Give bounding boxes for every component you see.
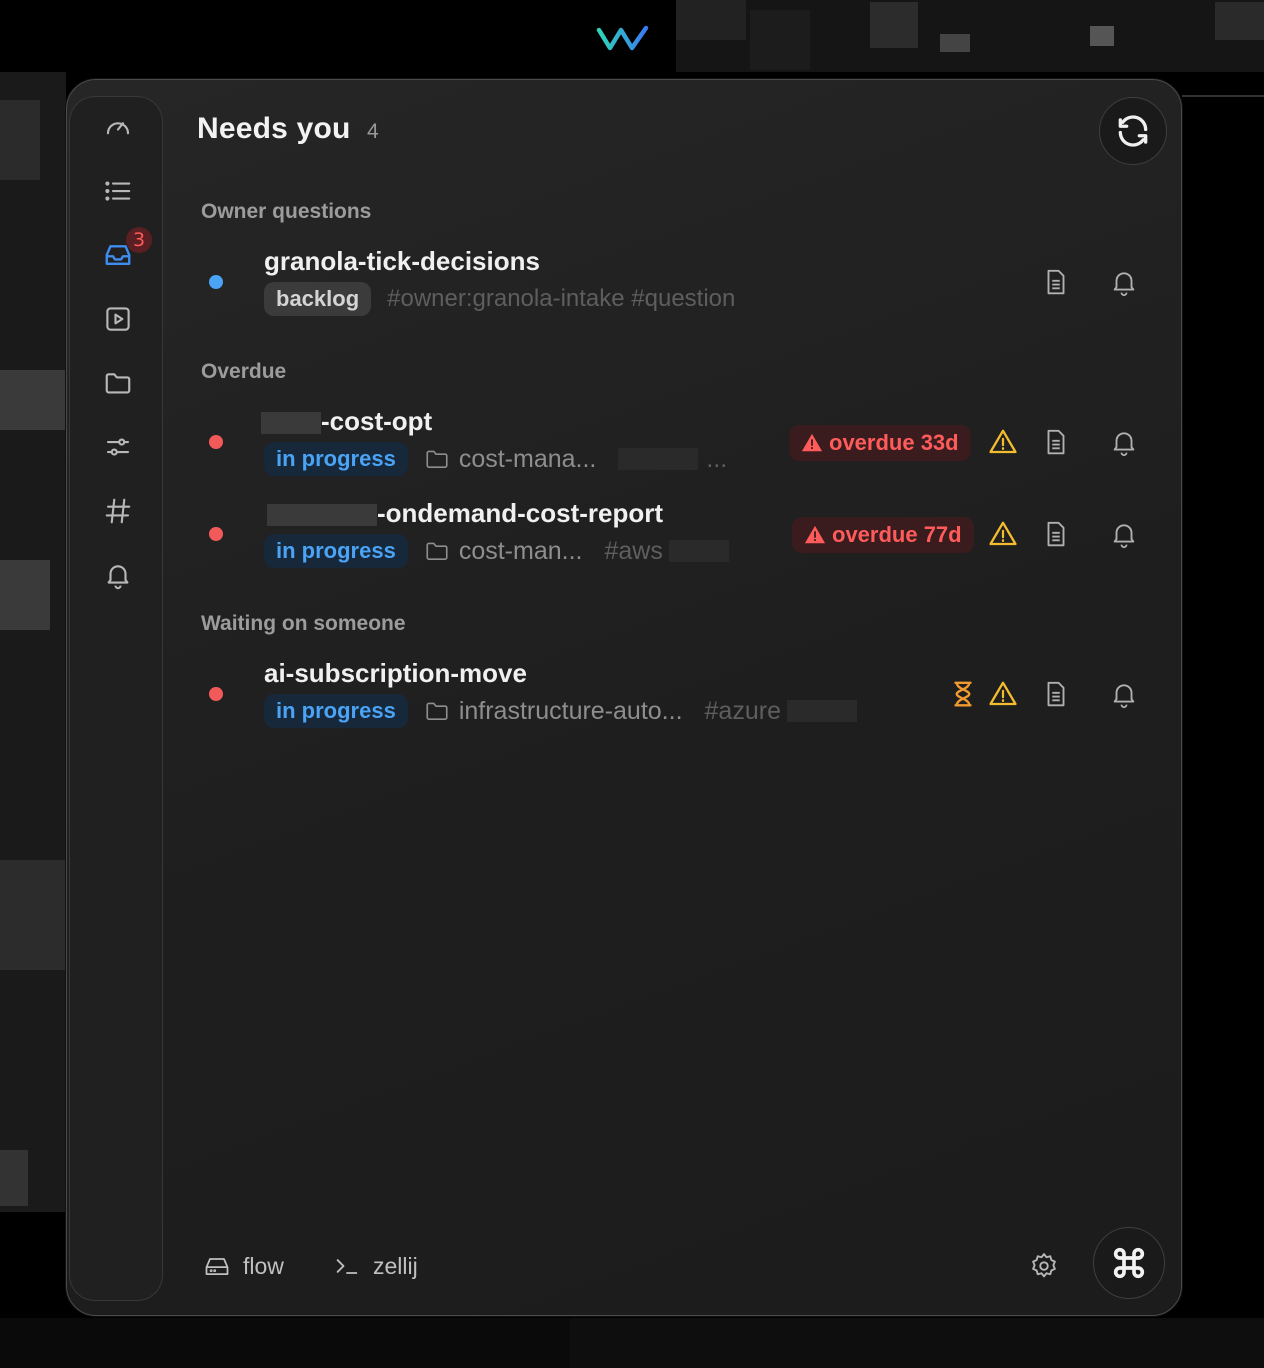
status-pill: backlog <box>264 282 372 316</box>
item-title: -cost-opt <box>321 406 433 436</box>
item-title: -ondemand-cost-report <box>377 498 663 528</box>
item-title-wrap: -ondemand-cost-report <box>267 498 663 529</box>
workspace-label: flow <box>243 1252 284 1279</box>
terminal-button[interactable]: zellij <box>333 1252 418 1280</box>
overdue-badge: overdue 77d <box>792 517 974 553</box>
drive-icon <box>205 1258 229 1276</box>
item-tag: #aws <box>604 536 663 565</box>
page-title: Needs you <box>197 112 351 145</box>
overdue-badge: overdue 33d <box>789 425 971 461</box>
project-folder: cost-mana... <box>424 444 597 474</box>
item-more: ... <box>706 444 728 473</box>
alert-triangle-icon <box>804 525 826 544</box>
folder-icon <box>426 542 448 560</box>
bell-icon[interactable] <box>1107 425 1141 459</box>
list-item[interactable]: -ondemand-cost-report in progress cost-m… <box>67 498 1177 578</box>
section-owner-questions: Owner questions <box>201 200 372 223</box>
refresh-icon <box>1118 115 1148 147</box>
document-icon[interactable] <box>1039 425 1073 459</box>
redacted-text <box>618 448 699 470</box>
app-logo <box>596 25 649 51</box>
project-folder: cost-man... <box>424 536 583 566</box>
command-icon <box>1113 1247 1145 1279</box>
folder-name: cost-man... <box>458 536 583 565</box>
status-pill: in progress <box>264 442 408 476</box>
settings-button[interactable] <box>1029 1251 1061 1283</box>
folder-name: infrastructure-auto... <box>458 696 683 725</box>
hourglass-icon <box>946 677 980 711</box>
section-overdue: Overdue <box>201 360 287 383</box>
redacted-text <box>267 504 377 527</box>
item-tag: #azure <box>704 696 781 725</box>
list-item[interactable]: ai-subscription-move in progress infrast… <box>67 658 1177 738</box>
item-title: ai-subscription-move <box>264 658 527 688</box>
document-icon[interactable] <box>1039 677 1073 711</box>
item-meta: in progress infrastructure-auto... #azur… <box>264 694 857 728</box>
project-folder: infrastructure-auto... <box>424 697 683 726</box>
warning-icon <box>986 425 1020 459</box>
item-meta: backlog #owner:granola-intake #question <box>264 282 735 316</box>
redacted-text <box>668 540 729 562</box>
needs-you-count: 4 <box>367 120 379 143</box>
gear-icon <box>1032 1253 1056 1278</box>
status-dot <box>209 275 223 289</box>
needs-you-panel: 3 Needs you 4 Owner questions granola-ti… <box>66 79 1182 1316</box>
warning-icon <box>986 517 1020 551</box>
list-item[interactable]: -cost-opt in progress cost-mana... ... o… <box>67 406 1177 486</box>
redacted-text <box>786 700 857 722</box>
status-dot <box>209 435 223 449</box>
list-item[interactable]: granola-tick-decisions backlog #owner:gr… <box>67 246 1177 326</box>
overdue-text: overdue 77d <box>832 522 962 547</box>
bell-icon[interactable] <box>1107 265 1141 299</box>
redacted-text <box>261 412 321 435</box>
warning-icon <box>986 677 1020 711</box>
bell-icon[interactable] <box>1107 677 1141 711</box>
item-title: granola-tick-decisions <box>264 246 540 276</box>
status-pill: in progress <box>264 534 408 568</box>
document-icon[interactable] <box>1039 517 1073 551</box>
document-icon[interactable] <box>1039 265 1073 299</box>
status-dot <box>209 687 223 701</box>
workspace-button[interactable]: flow <box>203 1252 284 1280</box>
dashboard-gauge-icon[interactable] <box>100 109 136 145</box>
section-waiting-on-someone: Waiting on someone <box>201 612 406 635</box>
folder-icon[interactable] <box>100 365 136 401</box>
status-pill: in progress <box>264 694 408 728</box>
refresh-button[interactable] <box>1099 97 1167 165</box>
bell-icon[interactable] <box>1107 517 1141 551</box>
item-meta: in progress cost-man... #aws <box>264 534 729 568</box>
app-menu-button[interactable] <box>1093 1227 1165 1299</box>
item-title-wrap: -cost-opt <box>261 406 432 437</box>
alert-triangle-icon <box>801 433 823 452</box>
item-meta: in progress cost-mana... ... <box>264 442 727 476</box>
folder-name: cost-mana... <box>458 444 597 473</box>
folder-icon <box>426 450 448 468</box>
folder-icon <box>426 702 448 720</box>
overdue-text: overdue 33d <box>829 430 959 455</box>
item-tags: #owner:granola-intake #question <box>387 285 736 312</box>
terminal-label: zellij <box>373 1252 418 1279</box>
terminal-icon <box>336 1259 358 1274</box>
status-dot <box>209 527 223 541</box>
list-icon[interactable] <box>100 173 136 209</box>
